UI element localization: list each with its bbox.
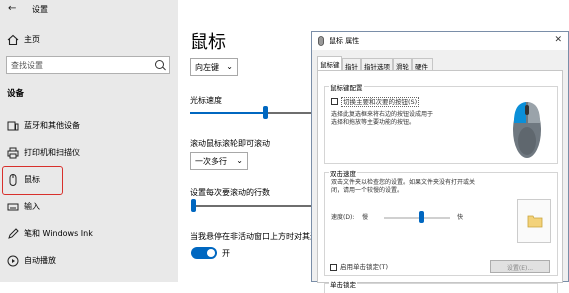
cursor-speed-label: 光标速度 — [190, 96, 222, 105]
scroll-mode-select[interactable]: 一次多行 ⌄ — [190, 152, 248, 170]
sidebar-item-label: 打印机和扫描仪 — [24, 148, 80, 157]
close-icon[interactable]: ✕ — [554, 35, 562, 45]
home-icon — [7, 34, 19, 46]
cursor-speed-thumb[interactable] — [263, 106, 268, 119]
button-config-desc-2: 选择和拖放等主要功能的按钮。 — [331, 119, 416, 126]
tab-pointers[interactable]: 指针 — [342, 58, 361, 71]
select-value: 向左键 — [195, 63, 219, 72]
settings-sidebar: ← 设置 主页 查找设置 设备 蓝牙和其他设备 打印机和扫描仪 鼠标 输入 笔和… — [0, 0, 178, 282]
double-click-speed-track[interactable] — [384, 217, 450, 219]
group-title: 双击速度 — [329, 168, 357, 178]
click-lock-label: 启用单击锁定(T) — [340, 263, 389, 271]
sidebar-item-pen[interactable]: 笔和 Windows Ink — [0, 224, 178, 244]
lines-label: 设置每次要滚动的行数 — [190, 188, 270, 197]
back-arrow-icon[interactable]: ← — [8, 3, 16, 14]
group-title: 鼠标键配置 — [329, 82, 364, 92]
folder-icon[interactable] — [526, 212, 544, 230]
dialog-title: 鼠标 属性 — [329, 37, 360, 45]
mouse-illustration-icon — [513, 102, 541, 158]
toggle-state-label: 开 — [222, 249, 230, 258]
sidebar-item-autoplay[interactable]: 自动播放 — [0, 251, 178, 271]
primary-button-select[interactable]: 向左键 ⌄ — [190, 58, 238, 76]
tab-hardware[interactable]: 硬件 — [412, 58, 433, 71]
sidebar-item-label: 主页 — [24, 35, 40, 44]
inactive-scroll-toggle[interactable] — [191, 247, 217, 259]
lines-thumb[interactable] — [191, 199, 196, 212]
bluetooth-devices-icon — [7, 121, 19, 131]
click-lock-group — [324, 283, 558, 293]
autoplay-icon — [7, 255, 19, 267]
fast-label: 快 — [457, 214, 464, 221]
chevron-down-icon: ⌄ — [226, 62, 233, 71]
tab-wheel[interactable]: 滑轮 — [393, 58, 412, 71]
click-lock-checkbox[interactable] — [330, 264, 337, 271]
double-click-desc-1: 双击文件夹以检查您的设置。如果文件夹没有打开或关 — [331, 179, 476, 186]
button-config-desc-1: 选择此复选框来将右边的按钮设成用于 — [331, 111, 434, 118]
keyboard-icon — [7, 203, 19, 211]
test-folder-area[interactable] — [517, 199, 551, 243]
tab-pointer-options[interactable]: 指针选项 — [361, 58, 393, 71]
dialog-titlebar[interactable]: 鼠标 属性 ✕ — [312, 32, 568, 50]
switch-buttons-label[interactable]: 切换主要和次要的按钮(S) — [341, 97, 420, 107]
sidebar-item-label: 输入 — [24, 202, 40, 211]
selected-item-highlight — [2, 166, 63, 195]
sidebar-item-label: 自动播放 — [24, 256, 56, 265]
switch-buttons-checkbox[interactable] — [331, 98, 338, 105]
mouse-properties-dialog: 鼠标 属性 ✕ 鼠标键 指针 指针选项 滑轮 硬件 鼠标键配置 切换主要和次要的… — [311, 31, 569, 293]
sidebar-item-label: 笔和 Windows Ink — [24, 229, 93, 238]
search-input[interactable]: 查找设置 — [6, 56, 170, 74]
tab-buttons[interactable]: 鼠标键 — [317, 56, 342, 70]
sidebar-item-printers[interactable]: 打印机和扫描仪 — [0, 143, 178, 163]
window-title: 设置 — [32, 5, 48, 14]
scroll-label: 滚动鼠标滚轮即可滚动 — [190, 139, 270, 148]
cursor-speed-fill — [190, 112, 265, 114]
section-title: 设备 — [7, 89, 25, 99]
sidebar-item-bluetooth[interactable]: 蓝牙和其他设备 — [0, 116, 178, 136]
double-click-desc-2: 闭，请用一个较慢的设置。 — [331, 187, 404, 194]
page-title: 鼠标 — [190, 32, 226, 53]
slow-label: 慢 — [362, 214, 369, 221]
click-lock-settings-button[interactable]: 设置(E)... — [490, 260, 550, 273]
sidebar-item-typing[interactable]: 输入 — [0, 197, 178, 217]
search-placeholder: 查找设置 — [11, 61, 43, 70]
group-title: 单击锁定 — [329, 279, 357, 289]
mouse-app-icon — [318, 36, 324, 46]
printer-icon — [7, 147, 19, 159]
sidebar-item-label: 蓝牙和其他设备 — [24, 121, 80, 130]
search-icon[interactable] — [155, 60, 164, 69]
sidebar-item-home[interactable]: 主页 — [0, 30, 178, 50]
double-click-speed-thumb[interactable] — [419, 211, 424, 223]
speed-label: 速度(D): — [331, 214, 355, 221]
pen-icon — [8, 228, 19, 239]
chevron-down-icon: ⌄ — [236, 156, 243, 165]
toggle-knob — [207, 249, 215, 257]
tab-panel: 鼠标键配置 切换主要和次要的按钮(S) 选择此复选框来将右边的按钮设成用于 选择… — [317, 70, 563, 293]
select-value: 一次多行 — [195, 157, 227, 166]
